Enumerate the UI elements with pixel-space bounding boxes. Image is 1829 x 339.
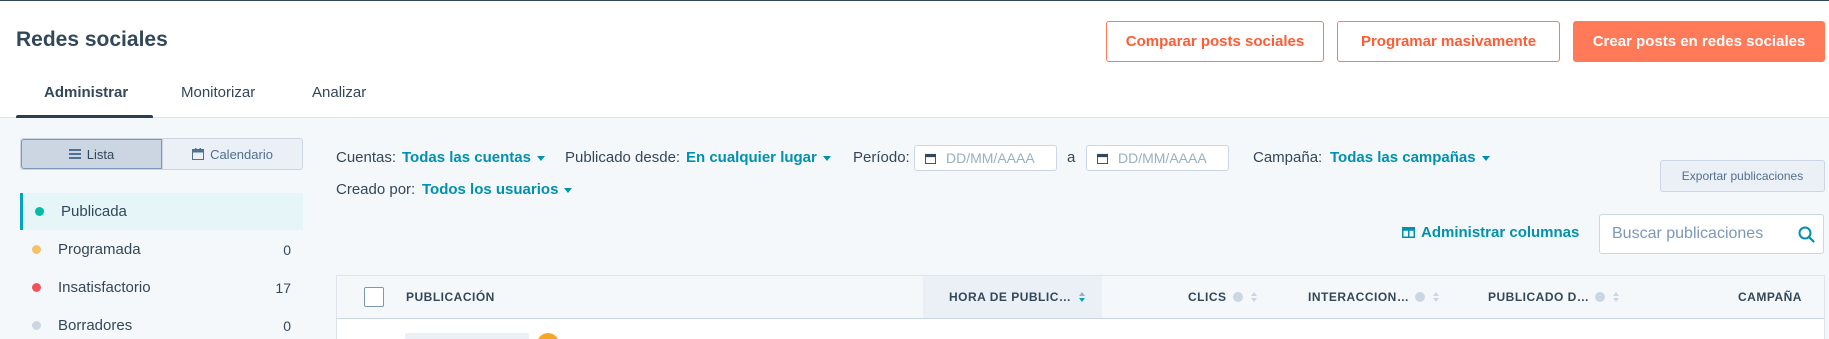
created-by-value: Todos los usuarios [422, 181, 559, 198]
list-view-label: Lista [86, 146, 115, 162]
sort-icon [1250, 292, 1257, 302]
manage-columns-button[interactable]: Administrar columnas [1402, 224, 1579, 241]
columns-icon [1402, 227, 1415, 238]
date-placeholder: DD/MM/AAAA [1118, 150, 1207, 166]
column-header-label: INTERACCION… [1308, 290, 1410, 304]
campaign-filter-label: Campaña: [1253, 149, 1323, 166]
failed-status-dot [32, 283, 41, 292]
export-posts-button[interactable]: Exportar publicaciones [1660, 160, 1825, 192]
compare-posts-button[interactable]: Comparar posts sociales [1106, 21, 1324, 62]
view-toggle: Lista Calendario [20, 138, 303, 170]
calendar-view-label: Calendario [210, 146, 273, 162]
sort-descending-icon [1079, 292, 1086, 302]
search-icon[interactable] [1798, 226, 1815, 243]
published-from-dropdown[interactable]: En cualquier lugar [686, 149, 831, 166]
accounts-filter-value: Todas las cuentas [402, 149, 531, 166]
calendar-icon [925, 153, 936, 164]
chevron-down-icon [1481, 155, 1490, 161]
chevron-down-icon [822, 155, 831, 161]
column-header-interactions[interactable]: INTERACCION… [1308, 276, 1440, 318]
campaign-filter-value: Todas las campañas [1330, 149, 1476, 166]
created-by-dropdown[interactable]: Todos los usuarios [422, 181, 573, 198]
status-filter-published[interactable]: Publicada [20, 193, 303, 230]
column-header-post[interactable]: PUBLICACIÓN [406, 276, 495, 318]
info-icon[interactable] [1415, 292, 1426, 302]
sort-icon [1433, 292, 1440, 302]
chevron-down-icon [536, 155, 545, 161]
accounts-filter-dropdown[interactable]: Todas las cuentas [402, 149, 545, 166]
period-label: Período: [853, 149, 910, 166]
period-start-date-input[interactable]: DD/MM/AAAA [914, 145, 1057, 171]
published-status-dot [35, 207, 44, 216]
sort-icon [1613, 292, 1620, 302]
create-social-post-button[interactable]: Crear posts en redes sociales [1573, 21, 1825, 62]
status-filter-scheduled[interactable]: Programada 0 [20, 231, 303, 268]
info-icon[interactable] [1232, 292, 1243, 302]
manage-columns-label: Administrar columnas [1421, 224, 1580, 241]
published-from-label: Publicado desde: [565, 149, 681, 166]
scheduled-status-dot [32, 245, 41, 254]
bulk-schedule-button[interactable]: Programar masivamente [1337, 21, 1560, 62]
select-all-cell [364, 276, 384, 318]
tab-analizar[interactable]: Analizar [312, 84, 366, 101]
status-label: Insatisfactorio [58, 279, 151, 296]
posts-table-header: PUBLICACIÓN HORA DE PUBLIC… CLICS INTERA… [336, 275, 1825, 319]
tab-administrar[interactable]: Administrar [44, 84, 128, 101]
date-range-separator: a [1067, 149, 1076, 166]
status-label: Programada [58, 241, 141, 258]
info-icon[interactable] [1595, 292, 1606, 302]
select-all-checkbox[interactable] [364, 287, 384, 307]
column-header-clicks[interactable]: CLICS [1188, 276, 1257, 318]
column-header-campaign[interactable]: CAMPAÑA [1738, 276, 1802, 318]
list-icon [68, 149, 81, 159]
date-placeholder: DD/MM/AAAA [946, 150, 1035, 166]
chevron-down-icon [564, 187, 573, 193]
status-count: 0 [283, 317, 291, 334]
avatar [537, 333, 559, 339]
tab-monitorizar[interactable]: Monitorizar [181, 84, 255, 101]
status-label: Borradores [58, 317, 133, 334]
column-header-publish-time[interactable]: HORA DE PUBLIC… [923, 276, 1102, 318]
page-header: Redes sociales Comparar posts sociales P… [0, 1, 1829, 119]
calendar-icon [192, 148, 205, 160]
column-header-published-by[interactable]: PUBLICADO D… [1488, 276, 1620, 318]
calendar-view-button[interactable]: Calendario [162, 139, 302, 169]
status-label: Publicada [61, 203, 127, 220]
status-filter-failed[interactable]: Insatisfactorio 17 [20, 269, 303, 306]
published-from-value: En cualquier lugar [686, 149, 817, 166]
calendar-icon [1097, 153, 1108, 164]
status-count: 17 [275, 279, 291, 296]
page-title: Redes sociales [16, 28, 168, 51]
accounts-filter-label: Cuentas: [336, 149, 397, 166]
created-by-label: Creado por: [336, 181, 416, 198]
drafts-status-dot [32, 321, 41, 330]
list-view-button[interactable]: Lista [21, 139, 162, 169]
post-thumbnail [405, 333, 529, 339]
campaign-filter-dropdown[interactable]: Todas las campañas [1330, 149, 1490, 166]
column-header-label: HORA DE PUBLIC… [949, 290, 1072, 304]
posts-table-body [336, 319, 1825, 339]
column-header-label: CLICS [1188, 290, 1227, 304]
status-count: 0 [283, 241, 291, 258]
search-posts-input[interactable] [1612, 225, 1792, 243]
period-end-date-input[interactable]: DD/MM/AAAA [1086, 145, 1229, 171]
status-filter-drafts[interactable]: Borradores 0 [20, 307, 303, 339]
column-header-label: PUBLICADO D… [1488, 290, 1590, 304]
search-posts-box [1599, 214, 1824, 254]
